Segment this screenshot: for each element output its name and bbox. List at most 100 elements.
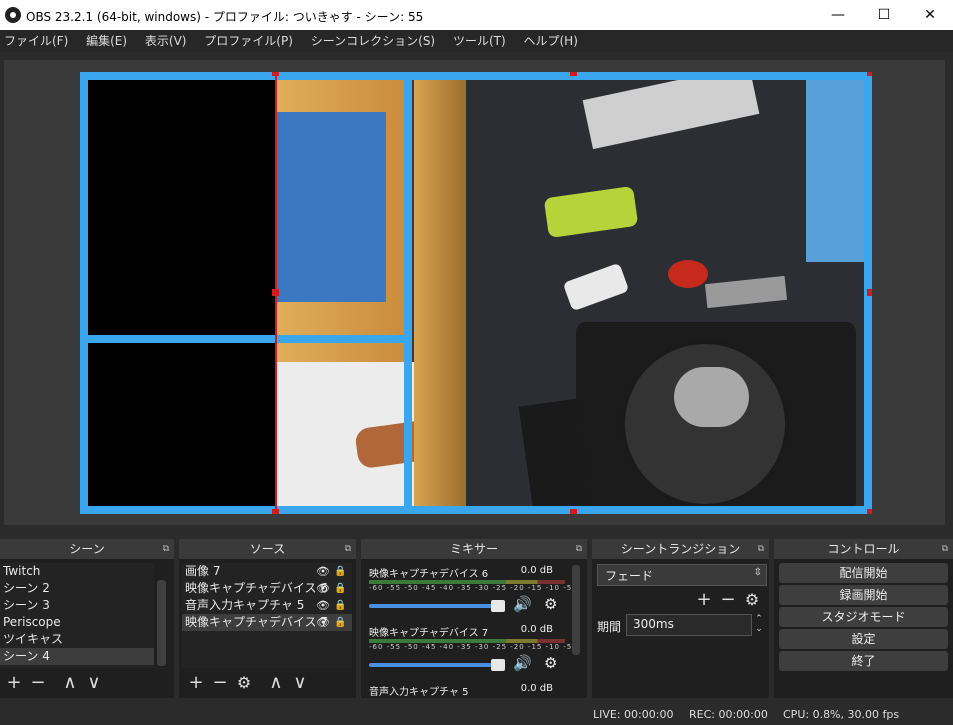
duration-value: 300ms: [633, 617, 674, 631]
duration-input[interactable]: 300ms: [626, 614, 752, 636]
meter-scale: -60 -55 -50 -45 -40 -35 -30 -25 -20 -15 …: [369, 643, 581, 651]
menu-profile[interactable]: プロファイル(P): [200, 30, 297, 52]
menu-file[interactable]: ファイル(F): [0, 30, 72, 52]
volume-icon[interactable]: 🔊: [513, 654, 532, 672]
transitions-toolbar: + − ⚙: [692, 588, 764, 612]
add-source-button[interactable]: +: [184, 671, 208, 695]
scenes-scrollbar[interactable]: [157, 580, 166, 666]
scene-item[interactable]: Twitch: [0, 563, 154, 580]
source-item[interactable]: 映像キャプチャデバイス 6 👁 🔒: [182, 580, 352, 597]
menu-tools[interactable]: ツール(T): [449, 30, 510, 52]
remove-scene-button[interactable]: −: [26, 671, 50, 695]
volume-slider-knob[interactable]: [491, 659, 505, 671]
eye-icon[interactable]: 👁: [316, 597, 330, 614]
eye-icon[interactable]: 👁: [316, 580, 330, 597]
start-recording-button[interactable]: 録画開始: [779, 585, 948, 605]
source-label: 画像 7: [185, 564, 221, 578]
rec-status: REC: 00:00:00: [689, 708, 768, 721]
channel-name: 映像キャプチャデバイス 7: [369, 628, 489, 639]
channel-db: 0.0 dB: [520, 683, 553, 694]
channel-db: 0.0 dB: [520, 565, 553, 576]
menu-scene-collection[interactable]: シーンコレクション(S): [307, 30, 439, 52]
studio-mode-button[interactable]: スタジオモード: [779, 607, 948, 627]
volume-slider-knob[interactable]: [491, 600, 505, 612]
gear-icon[interactable]: ⚙: [544, 595, 557, 613]
pin-icon[interactable]: ⧉: [942, 539, 948, 559]
selection-divider-horizontal: [88, 335, 410, 343]
pin-icon[interactable]: ⧉: [163, 539, 169, 559]
resize-handle-left[interactable]: [272, 289, 279, 296]
duration-spinner[interactable]: ⌃ ⌄: [752, 614, 766, 634]
mixer-dock: ミキサー ⧉ 映像キャプチャデバイス 6 0.0 dB -60 -55 -50 -…: [361, 539, 587, 698]
chevron-down-icon[interactable]: ⌄: [752, 624, 766, 634]
resize-handle-bottom-middle[interactable]: [570, 509, 577, 514]
move-scene-up-button[interactable]: ∧: [58, 671, 82, 695]
video-capture-feed[interactable]: [276, 72, 872, 514]
start-streaming-button[interactable]: 配信開始: [779, 563, 948, 583]
scenes-list[interactable]: Twitch シーン 2 シーン 3 Periscope ツイキャス シーン 4: [0, 563, 154, 668]
resize-handle-top-middle[interactable]: [570, 72, 577, 76]
remove-source-button[interactable]: −: [208, 671, 232, 695]
eye-icon[interactable]: 👁: [316, 614, 330, 631]
selection-border-left: [80, 72, 88, 514]
scene-item[interactable]: ツイキャス: [0, 631, 154, 648]
resize-handle-bottom-left[interactable]: [272, 509, 279, 514]
move-scene-down-button[interactable]: ∨: [82, 671, 106, 695]
sources-list[interactable]: 画像 7 👁 🔒 映像キャプチャデバイス 6 👁 🔒 音声入力キャプチャ 5 👁 🔒 映像キ…: [182, 563, 352, 668]
channel-name: 音声入力キャプチャ 5: [369, 687, 469, 698]
chevron-updown-icon: ⇳: [753, 567, 762, 578]
move-source-up-button[interactable]: ∧: [264, 671, 288, 695]
add-transition-button[interactable]: +: [692, 588, 716, 612]
sources-header: ソース ⧉: [179, 539, 356, 559]
resize-handle-right[interactable]: [867, 289, 872, 296]
exit-button[interactable]: 終了: [779, 651, 948, 671]
meter-scale: -60 -55 -50 -45 -40 -35 -30 -25 -20 -15 …: [369, 584, 581, 592]
menu-help[interactable]: ヘルプ(H): [519, 30, 581, 52]
close-button[interactable]: ✕: [907, 0, 953, 30]
resize-handle-bottom-right[interactable]: [867, 509, 872, 514]
resize-handle-top-right[interactable]: [867, 72, 872, 76]
preview-canvas[interactable]: [80, 72, 872, 514]
obs-logo-icon: [5, 7, 21, 23]
menu-view[interactable]: 表示(V): [141, 30, 191, 52]
maximize-button[interactable]: ☐: [861, 0, 907, 30]
lock-icon[interactable]: 🔒: [334, 614, 346, 631]
transition-select[interactable]: フェード ⇳: [597, 564, 767, 586]
lock-icon[interactable]: 🔒: [334, 597, 346, 614]
mixer-scrollbar[interactable]: [572, 565, 580, 655]
eye-icon[interactable]: 👁: [316, 563, 330, 580]
transition-properties-button[interactable]: ⚙: [740, 588, 764, 612]
lock-icon[interactable]: 🔒: [334, 563, 346, 580]
source-label: 映像キャプチャデバイス 7: [185, 615, 328, 629]
menu-edit[interactable]: 編集(E): [82, 30, 131, 52]
scene-item[interactable]: シーン 2: [0, 580, 154, 597]
volume-slider[interactable]: [369, 600, 505, 612]
menu-bar: ファイル(F) 編集(E) 表示(V) プロファイル(P) シーンコレクション(…: [0, 30, 953, 52]
gear-icon[interactable]: ⚙: [544, 654, 557, 672]
add-scene-button[interactable]: +: [2, 671, 26, 695]
controls-header: コントロール ⧉: [774, 539, 953, 559]
duration-label: 期間: [597, 620, 622, 634]
image-source-bottom: [88, 344, 276, 506]
scene-item[interactable]: Periscope: [0, 614, 154, 631]
scene-item[interactable]: シーン 3: [0, 597, 154, 614]
move-source-down-button[interactable]: ∨: [288, 671, 312, 695]
selection-border-bottom: [80, 506, 872, 514]
pin-icon[interactable]: ⧉: [576, 539, 582, 559]
minimize-button[interactable]: —: [815, 0, 861, 30]
scene-item-selected[interactable]: シーン 4: [0, 648, 154, 665]
chevron-up-icon[interactable]: ⌃: [752, 614, 766, 624]
volume-slider[interactable]: [369, 659, 505, 671]
source-properties-button[interactable]: ⚙: [232, 671, 256, 695]
lock-icon[interactable]: 🔒: [334, 580, 346, 597]
pin-icon[interactable]: ⧉: [345, 539, 351, 559]
resize-handle-top[interactable]: [272, 72, 279, 76]
source-label: 音声入力キャプチャ 5: [185, 598, 305, 612]
source-item-selected[interactable]: 映像キャプチャデバイス 7 👁 🔒: [182, 614, 352, 631]
remove-transition-button[interactable]: −: [716, 588, 740, 612]
pin-icon[interactable]: ⧉: [758, 539, 764, 559]
volume-icon[interactable]: 🔊: [513, 595, 532, 613]
source-item[interactable]: 画像 7 👁 🔒: [182, 563, 352, 580]
settings-button[interactable]: 設定: [779, 629, 948, 649]
source-item[interactable]: 音声入力キャプチャ 5 👁 🔒: [182, 597, 352, 614]
